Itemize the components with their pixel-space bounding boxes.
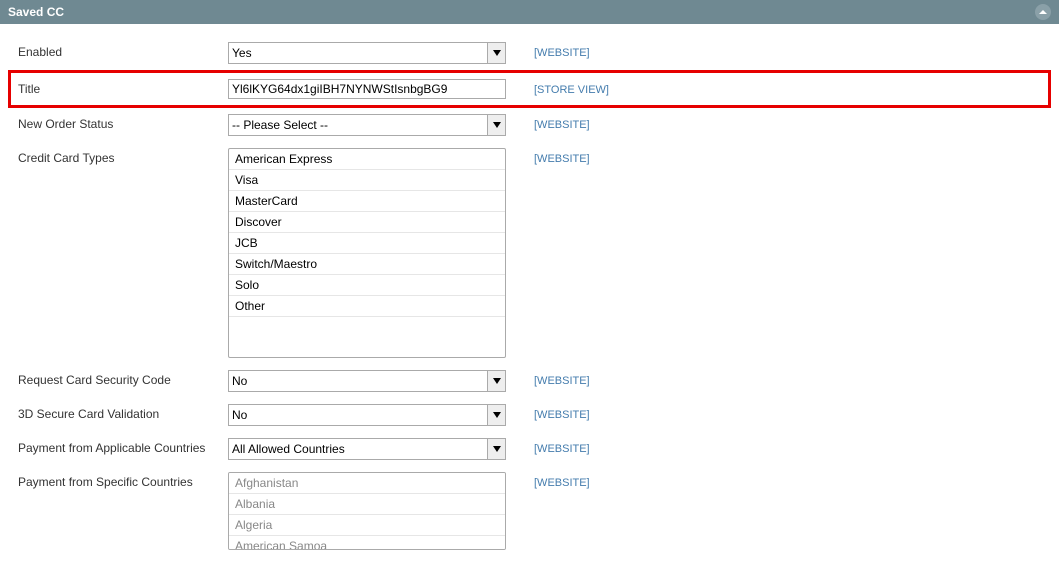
scope-link[interactable]: [WEBSITE]	[534, 153, 590, 165]
row-pay-applicable: Payment from Applicable Countries All Al…	[18, 432, 1041, 466]
new-order-status-label: New Order Status	[18, 114, 228, 131]
request-cvv-label: Request Card Security Code	[18, 370, 228, 387]
scope-link[interactable]: [STORE VIEW]	[534, 84, 609, 96]
pay-specific-label: Payment from Specific Countries	[18, 472, 228, 489]
3d-secure-select[interactable]: No	[228, 404, 506, 426]
3d-secure-label: 3D Secure Card Validation	[18, 404, 228, 421]
row-title: Title [STORE VIEW]	[8, 70, 1051, 108]
pay-specific-select[interactable]: Afghanistan Albania Algeria American Sam…	[228, 472, 506, 550]
row-pay-specific: Payment from Specific Countries Afghanis…	[18, 466, 1041, 556]
enabled-select[interactable]: Yes	[228, 42, 506, 64]
enabled-label: Enabled	[18, 42, 228, 59]
title-label: Title	[18, 79, 228, 96]
new-order-status-select[interactable]: -- Please Select --	[228, 114, 506, 136]
row-cc-types: Credit Card Types American Express Visa …	[18, 142, 1041, 364]
pay-applicable-label: Payment from Applicable Countries	[18, 438, 228, 455]
title-input[interactable]	[228, 79, 506, 99]
scope-link[interactable]: [WEBSITE]	[534, 47, 590, 59]
scope-link[interactable]: [WEBSITE]	[534, 409, 590, 421]
scope-link[interactable]: [WEBSITE]	[534, 477, 590, 489]
section-header[interactable]: Saved CC	[0, 0, 1059, 24]
scope-link[interactable]: [WEBSITE]	[534, 119, 590, 131]
cc-types-select[interactable]: American Express Visa MasterCard Discove…	[228, 148, 506, 358]
row-enabled: Enabled Yes [WEBSITE]	[18, 36, 1041, 70]
request-cvv-select[interactable]: No	[228, 370, 506, 392]
pay-applicable-select[interactable]: All Allowed Countries	[228, 438, 506, 460]
section-title: Saved CC	[8, 5, 64, 19]
row-3d-secure: 3D Secure Card Validation No [WEBSITE]	[18, 398, 1041, 432]
cc-types-label: Credit Card Types	[18, 148, 228, 165]
scope-link[interactable]: [WEBSITE]	[534, 375, 590, 387]
section-body: Enabled Yes [WEBSITE] Title [STORE VIEW]…	[0, 24, 1059, 574]
row-new-order-status: New Order Status -- Please Select -- [WE…	[18, 108, 1041, 142]
collapse-icon[interactable]	[1035, 4, 1051, 20]
row-request-cvv: Request Card Security Code No [WEBSITE]	[18, 364, 1041, 398]
scope-link[interactable]: [WEBSITE]	[534, 443, 590, 455]
